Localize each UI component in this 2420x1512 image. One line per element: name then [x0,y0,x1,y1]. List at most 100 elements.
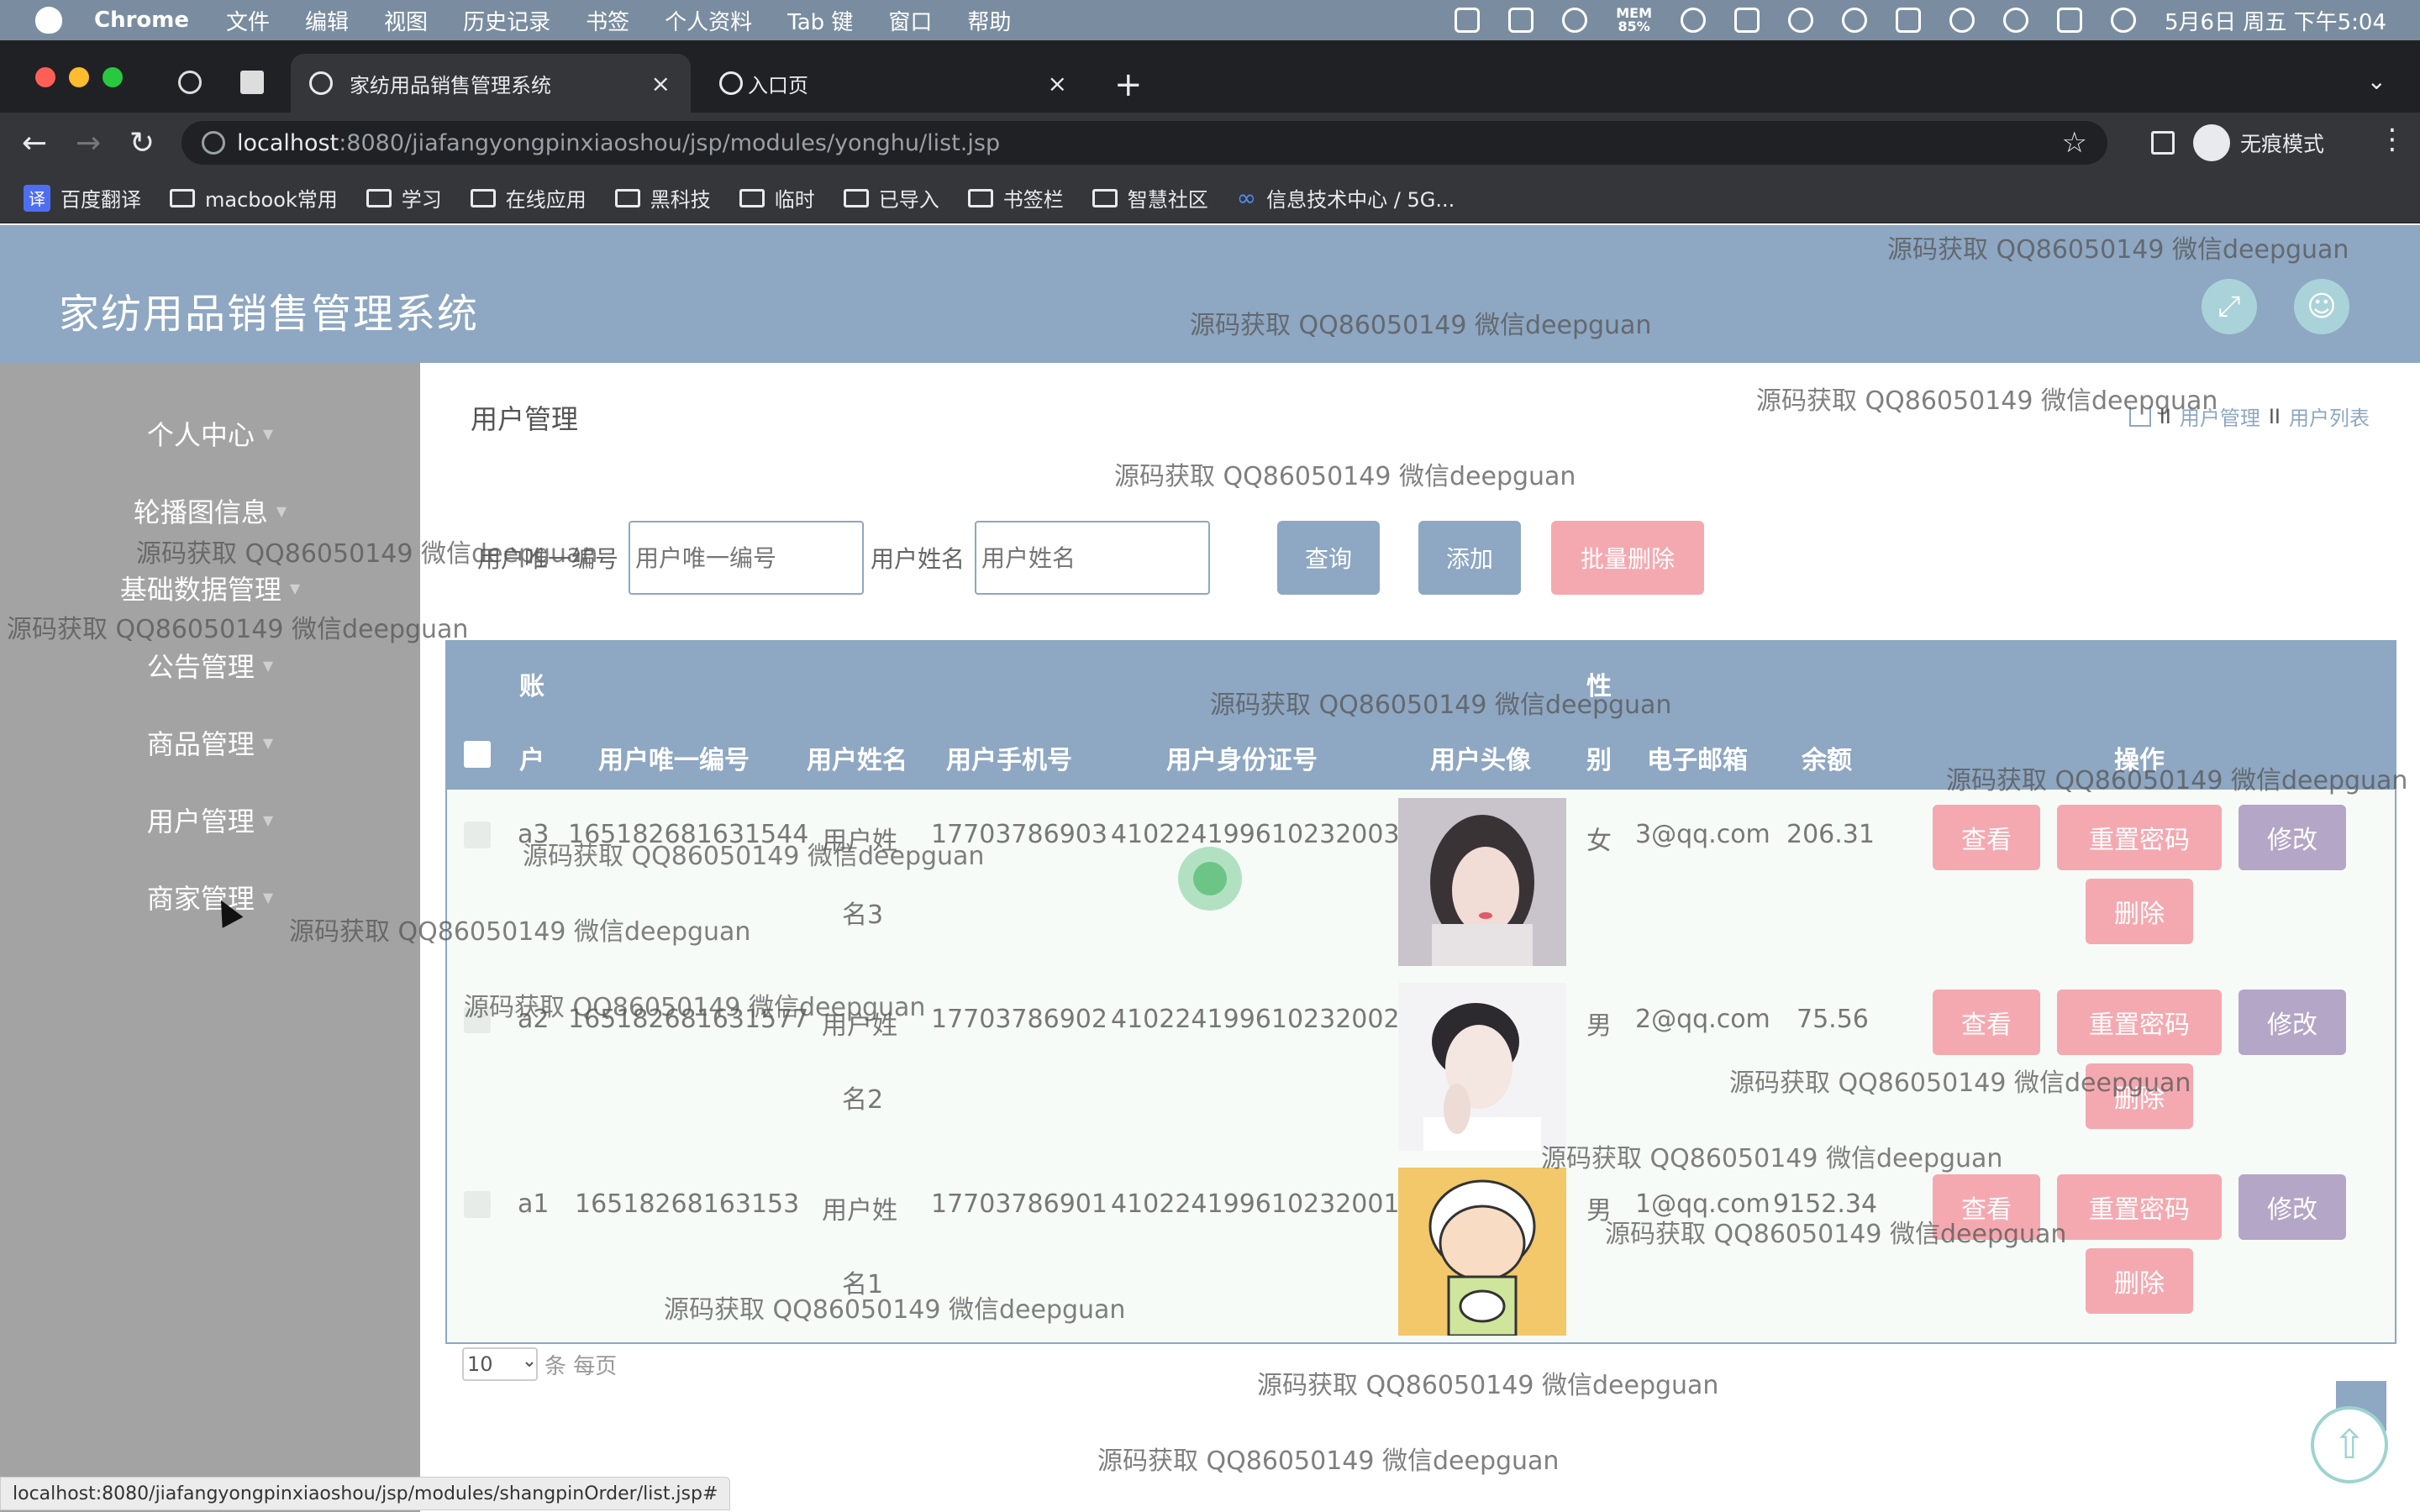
header-account-top: 账 [519,672,544,701]
bookmark-folder[interactable]: macbook常用 [170,183,338,213]
sidebar-item-label: 个人中心 [146,419,255,451]
side-panel-icon[interactable] [2151,131,2175,155]
delete-button[interactable]: 删除 [2086,1248,2193,1314]
cell-balance: 75.56 [1797,1005,1869,1034]
back-arrow-icon[interactable]: ← [22,126,47,160]
window-close-button[interactable] [35,67,55,87]
pinned-tab-page-icon[interactable] [240,71,264,94]
watermark: 源码获取 QQ86050149 微信deepguan [1097,1446,1560,1476]
edit-button[interactable]: 修改 [2238,805,2346,870]
bookmark-item[interactable]: ∞ 信息技术中心 / 5G... [1237,183,1455,213]
bluetooth-icon[interactable] [1842,8,1867,33]
pinned-tab-globe-icon[interactable] [178,71,202,94]
batch-delete-button[interactable]: 批量删除 [1551,521,1704,595]
sidebar-item-label: 商品管理 [146,728,255,760]
menu-window[interactable]: 窗口 [888,5,932,36]
add-button[interactable]: 添加 [1418,521,1521,595]
wifi-icon[interactable] [1949,8,1975,33]
memory-monitor[interactable]: MEM 85% [1616,7,1652,34]
sidebar-item-personal-center[interactable]: 个人中心 ▼ [0,402,420,465]
bookmark-label: 智慧社区 [1127,188,1208,212]
watermark: 源码获取 QQ86050149 微信deepguan [1946,766,2408,795]
menu-bookmarks[interactable]: 书签 [586,5,629,36]
tab-entry-page[interactable]: 入口页 × [701,54,1087,113]
incognito-indicator[interactable]: 无痕模式 [2193,123,2324,163]
vpn-icon[interactable] [1788,8,1813,33]
bookmarks-bar: 译百度翻译 macbook常用 学习 在线应用 黑科技 临时 已导入 书签栏 智… [0,173,2420,223]
bookmark-label: macbook常用 [205,188,338,212]
infinity-icon: ∞ [1236,184,1257,212]
name-search-input[interactable] [975,521,1211,595]
sidebar-item-products[interactable]: 商品管理 ▼ [0,711,420,774]
control-center-icon[interactable] [2003,8,2028,33]
menubar-clock[interactable]: 5月6日 周五 下午5:04 [2165,5,2386,36]
row-checkbox[interactable] [464,1191,491,1218]
bookmark-folder[interactable]: 已导入 [843,183,939,213]
menu-tab[interactable]: Tab 键 [787,5,853,36]
edit-button[interactable]: 修改 [2238,1174,2346,1240]
tab-close-icon[interactable]: × [651,70,671,97]
record-icon[interactable] [1455,8,1481,33]
battery-icon[interactable] [1896,8,1921,33]
breadcrumb-item[interactable]: 用户列表 [2289,402,2370,431]
select-all-checkbox[interactable] [464,741,491,768]
address-bar[interactable]: localhost:8080/jiafangyongpinxiaoshou/js… [182,121,2107,165]
wps-icon[interactable] [1508,8,1534,33]
browser-menu-icon[interactable]: ⋮ [2378,123,2407,156]
spotlight-icon[interactable] [2111,8,2136,33]
bookmark-folder[interactable]: 书签栏 [967,183,1064,213]
incognito-icon [2193,124,2230,161]
watermark: 源码获取 QQ86050149 微信deepguan [664,1295,1126,1325]
bookmark-folder[interactable]: 黑科技 [614,183,711,213]
reset-password-button[interactable]: 重置密码 [2057,990,2222,1055]
back-to-top-button[interactable]: ⇧ [2311,1406,2388,1483]
menu-view[interactable]: 视图 [384,5,428,36]
bookmark-folder[interactable]: 学习 [366,183,442,213]
cell-email: 3@qq.com [1635,820,1770,849]
uid-search-input[interactable] [629,521,865,595]
row-checkbox[interactable] [464,822,491,848]
tab-search-chevron-icon[interactable]: ⌄ [2367,67,2386,95]
bookmark-star-icon[interactable]: ☆ [2062,126,2087,160]
query-button[interactable]: 查询 [1277,521,1380,595]
forward-arrow-icon[interactable]: → [76,126,101,160]
view-button[interactable]: 查看 [1933,805,2040,870]
page-size-select[interactable]: 10 [462,1347,538,1381]
user-avatar-icon[interactable]: ☺ [2294,279,2349,334]
user-avatar-cartoon [1398,1168,1566,1336]
bookmark-folder[interactable]: 在线应用 [470,183,587,213]
sidebar-item-users[interactable]: 用户管理 ▼ [0,788,420,852]
menu-edit[interactable]: 编辑 [305,5,349,36]
menu-profile[interactable]: 个人资料 [665,5,752,36]
menu-help[interactable]: 帮助 [967,5,1011,36]
input-method-icon[interactable] [2057,8,2082,33]
breadcrumb-separator: II [2268,404,2281,428]
notification-bell-icon[interactable] [1562,8,1588,33]
fullscreen-icon[interactable]: ⤢ [2202,279,2257,334]
screens-icon[interactable] [1734,8,1760,33]
reload-icon[interactable]: ↻ [129,126,155,160]
reset-password-button[interactable]: 重置密码 [2057,805,2222,870]
password-icon[interactable] [1681,8,1706,33]
bookmark-folder[interactable]: 临时 [739,183,815,213]
menu-history[interactable]: 历史记录 [463,5,550,36]
tab-close-icon[interactable]: × [1048,70,1067,97]
reset-password-button[interactable]: 重置密码 [2057,1174,2222,1240]
tab-user-management[interactable]: 家纺用品销售管理系统 × [291,54,691,113]
edit-button[interactable]: 修改 [2238,990,2346,1055]
window-zoom-button[interactable] [103,67,123,87]
menubar-app-name[interactable]: Chrome [94,8,189,33]
menu-file[interactable]: 文件 [226,5,270,36]
site-info-icon[interactable] [202,131,225,155]
apple-icon[interactable] [35,7,62,34]
window-minimize-button[interactable] [69,67,89,87]
cell-name-line2: 名2 [842,1085,884,1115]
bookmark-folder[interactable]: 智慧社区 [1092,183,1208,213]
delete-button[interactable]: 删除 [2086,879,2193,944]
incognito-label: 无痕模式 [2240,132,2325,156]
view-button[interactable]: 查看 [1933,990,2040,1055]
tab-title: 入口页 [748,73,808,97]
app-title: 家纺用品销售管理系统 [59,291,480,338]
bookmark-item[interactable]: 译百度翻译 [24,183,141,213]
new-tab-button[interactable]: + [1114,66,1143,104]
